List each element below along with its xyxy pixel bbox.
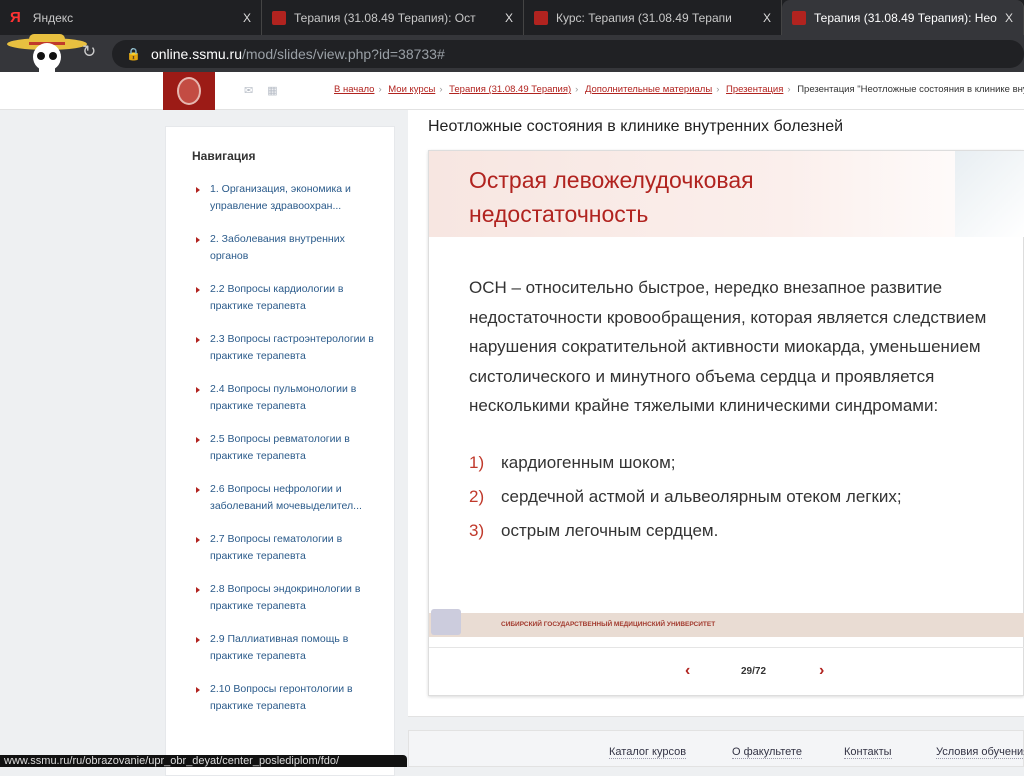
tab-therapy-1[interactable]: Терапия (31.08.49 Терапия): Ост X (262, 0, 524, 35)
site-footer: Каталог курсов О факультете Контакты Усл… (408, 730, 1024, 767)
breadcrumb-presentation[interactable]: Презентация (726, 84, 783, 95)
footer-link-terms[interactable]: Условия обучения (936, 746, 1024, 759)
prev-slide-button[interactable]: ‹ (685, 662, 690, 680)
slide-viewer: Острая левожелудочковая недостаточность О… (428, 150, 1024, 696)
slide-title: Острая левожелудочковая недостаточность (469, 167, 754, 227)
list-item: 1) кардиогенным шоком; (469, 453, 676, 472)
reload-icon[interactable]: ↻ (82, 42, 96, 62)
sidebar-nav-item[interactable]: 2.9 Паллиативная помощь в практике терап… (194, 631, 374, 665)
navigation-block: Навигация 1. Организация, экономика и уп… (165, 126, 395, 776)
navigation-title: Навигация (192, 149, 256, 163)
sidebar-nav-item[interactable]: 2.8 Вопросы эндокринологии в практике те… (194, 581, 374, 615)
slide-counter: 29/72 (741, 666, 767, 677)
sidebar-nav-item[interactable]: 2.10 Вопросы геронтологии в практике тер… (194, 681, 374, 715)
ssmu-favicon (792, 10, 806, 25)
ssmu-favicon (534, 10, 548, 25)
yandex-icon: Я (10, 9, 21, 26)
breadcrumb-course[interactable]: Терапия (31.08.49 Терапия) (449, 84, 571, 95)
sidebar-nav-item[interactable]: 1. Организация, экономика и управление з… (194, 181, 374, 215)
breadcrumb-my-courses[interactable]: Мои курсы (388, 84, 435, 95)
close-icon[interactable]: X (243, 11, 251, 25)
list-item: 3) острым легочным сердцем. (469, 521, 719, 540)
tab-yandex[interactable]: Я Яндекс X (0, 0, 262, 35)
sidebar-nav-item[interactable]: 2.5 Вопросы ревматологии в практике тера… (194, 431, 374, 465)
stethoscope-image (955, 151, 1024, 237)
sidebar-nav-item[interactable]: 2.4 Вопросы пульмонологии в практике тер… (194, 381, 374, 415)
tab-course[interactable]: Курс: Терапия (31.08.49 Терапи X (524, 0, 782, 35)
footer-link-contacts[interactable]: Контакты (844, 746, 892, 759)
university-logo[interactable] (163, 72, 215, 110)
footer-link-faculty[interactable]: О факультете (732, 746, 802, 759)
tonometer-image (431, 609, 461, 635)
ssmu-favicon (272, 10, 286, 25)
breadcrumb: В начало › Мои курсы › Терапия (31.08.49 Т… (334, 84, 1024, 95)
sidebar-nav-item[interactable]: 2.2 Вопросы кардиологии в практике терап… (194, 281, 374, 315)
list-item: 2) сердечной астмой и альвеолярным отеком… (469, 487, 902, 506)
tab-therapy-active[interactable]: Терапия (31.08.49 Терапия): Нео X (782, 0, 1024, 35)
sidebar-nav-item[interactable]: 2.7 Вопросы гематологии в практике терап… (194, 531, 374, 565)
breadcrumb-home[interactable]: В начало (334, 84, 374, 95)
slide-pager: ‹ 29/72 › (429, 647, 1024, 697)
sidebar-nav-item[interactable]: 2.6 Вопросы нефрологии и заболеваний моч… (194, 481, 374, 515)
footer-link-catalog[interactable]: Каталог курсов (609, 746, 687, 759)
breadcrumb-current: Презентация "Неотложные состояния в клин… (797, 84, 1024, 95)
close-icon[interactable]: X (505, 11, 513, 25)
mail-icon[interactable]: ✉ (244, 84, 253, 97)
pirate-skull-icon (7, 34, 87, 73)
close-icon[interactable]: X (1005, 11, 1013, 25)
slide-list: 1) кардиогенным шоком; 2) сердечной астмой… (469, 453, 902, 555)
slide-body: ОСН – относительно быстрое, нередко внез… (469, 278, 987, 415)
browser-tab-bar: Я Яндекс X Терапия (31.08.49 Терапия): Ост… (0, 0, 1024, 35)
url-input[interactable]: 🔒 online.ssmu.ru/mod/slides/view.php?id=3… (112, 40, 1024, 68)
sidebar-nav-item[interactable]: 2.3 Вопросы гастроэнтерологии в практике… (194, 331, 374, 365)
breadcrumb-materials[interactable]: Дополнительные материалы (585, 84, 712, 95)
next-slide-button[interactable]: › (819, 662, 824, 680)
lock-icon: 🔒 (126, 47, 141, 61)
sidebar-nav-item[interactable]: 2. Заболевания внутренних органов (194, 231, 374, 265)
slide-footer: СИБИРСКИЙ ГОСУДАРСТВЕННЫЙ МЕДИЦИНСКИЙ УН… (429, 613, 1024, 637)
status-bar-url: www.ssmu.ru/ru/obrazovanie/upr_obr_deyat… (0, 755, 407, 767)
page-title: Неотложные состояния в клинике внутренни… (428, 118, 844, 135)
close-icon[interactable]: X (763, 11, 771, 25)
slide-header: Острая левожелудочковая недостаточность (429, 151, 1024, 237)
calendar-icon[interactable]: ▦ (267, 84, 277, 97)
